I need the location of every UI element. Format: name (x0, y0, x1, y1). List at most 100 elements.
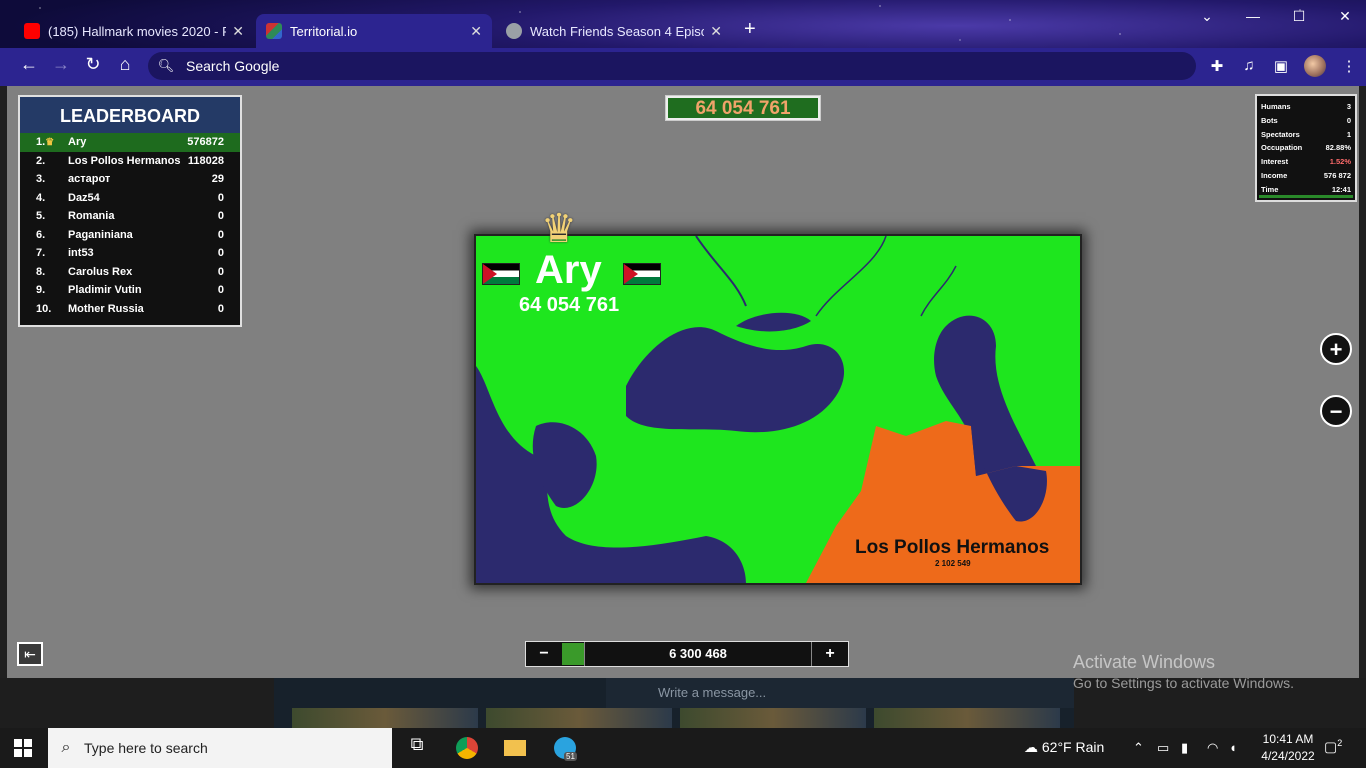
exit-game-icon[interactable]: ⇤ (17, 642, 43, 666)
close-tab-icon[interactable]: ✕ (470, 23, 482, 40)
troop-slider[interactable]: − 6 300 468 + (525, 641, 849, 667)
close-tab-icon[interactable]: ✕ (710, 23, 722, 40)
leaderboard: LEADERBOARD 1.♛ Ary 576872 2. Los Pollos… (18, 95, 242, 327)
rank: 8. (36, 265, 46, 278)
player-name: Ary (68, 136, 87, 149)
player-score: 0 (217, 302, 224, 315)
leaderboard-title: LEADERBOARD (20, 97, 240, 133)
notification-center-icon[interactable]: ▢2 (1324, 738, 1342, 756)
taskbar-search[interactable]: ⌕ Type here to search (48, 728, 392, 768)
rank: 1.♛ (36, 136, 55, 149)
rank: 7. (36, 247, 46, 260)
player-name: Daz54 (68, 191, 100, 204)
balance-value: 64 054 761 (668, 98, 818, 119)
chevron-up-icon[interactable]: ⌃ (1133, 740, 1144, 756)
leaderboard-row: 7. int53 0 (20, 244, 240, 263)
stat-interest: Interest 1.52% (1261, 157, 1351, 167)
tab-title: Watch Friends Season 4 Episode (530, 23, 705, 39)
rank: 4. (36, 191, 46, 204)
address-input[interactable] (184, 57, 488, 75)
player-score: 0 (217, 284, 224, 297)
decrease-troops-button[interactable]: − (526, 645, 562, 663)
player-score: 0 (217, 265, 224, 278)
troop-value: 6 300 468 (584, 642, 812, 666)
rank: 10. (36, 302, 52, 315)
globe-icon (506, 23, 522, 39)
close-window-button[interactable]: ✕ (1330, 8, 1360, 25)
increase-troops-button[interactable]: + (812, 645, 848, 663)
wifi-icon[interactable]: ◠ (1207, 740, 1218, 756)
message-input[interactable]: Write a message... (606, 678, 1074, 708)
rank: 2. (36, 154, 46, 167)
player-score: 0 (217, 228, 224, 241)
telegram-icon[interactable]: 51 (550, 734, 580, 762)
leaderboard-row: 5. Romania 0 (20, 207, 240, 226)
activate-windows-watermark: Activate Windows Go to Settings to activ… (1073, 652, 1294, 691)
player-name: int53 (68, 247, 94, 260)
task-view-icon[interactable]: ⧉ (402, 734, 432, 762)
rank: 3. (36, 173, 46, 186)
media-control-icon[interactable]: ♫ (1238, 57, 1260, 74)
side-panel-icon[interactable]: ▣ (1270, 57, 1292, 75)
enemy-map-score: 2 102 549 (935, 559, 971, 568)
player-name: астарот (68, 173, 111, 186)
tab-friends[interactable]: Watch Friends Season 4 Episode ✕ (496, 14, 732, 48)
tab-territorial[interactable]: Territorial.io ✕ (256, 14, 492, 48)
back-button[interactable]: ← (16, 54, 42, 75)
chrome-icon[interactable] (452, 734, 482, 762)
leaderboard-row: 8. Carolus Rex 0 (20, 263, 240, 282)
troop-ratio-indicator[interactable] (562, 643, 584, 665)
leaderboard-row: 6. Paganiniana 0 (20, 226, 240, 245)
thumbnail (874, 708, 1060, 728)
taskbar: ⌕ Type here to search ⧉ 51 ☁ 62°F Rain ⌃… (0, 728, 1366, 768)
meet-now-icon[interactable]: ▭ (1157, 740, 1169, 756)
crown-icon: ♛ (45, 137, 55, 149)
zoom-out-button[interactable]: − (1320, 395, 1352, 427)
extensions-icon[interactable]: ✚ (1206, 57, 1228, 75)
tab-youtube[interactable]: (185) Hallmark movies 2020 - Fol ✕ (14, 14, 254, 48)
leaderboard-row: 3. астарот 29 (20, 170, 240, 189)
volume-icon[interactable]: ◖ (1229, 740, 1237, 755)
balance-counter: 64 054 761 (665, 95, 821, 121)
palestine-flag-icon (623, 263, 661, 285)
close-tab-icon[interactable]: ✕ (232, 23, 244, 40)
leaderboard-row: 10. Mother Russia 0 (20, 300, 240, 319)
player-name: Carolus Rex (68, 265, 133, 278)
battery-icon[interactable]: ▮ (1181, 740, 1188, 756)
player-map-label: Ary (535, 248, 602, 292)
tab-title: Territorial.io (290, 23, 358, 39)
leaderboard-row: 2. Los Pollos Hermanos 118028 (20, 152, 240, 171)
stat-bots: Bots 0 (1261, 115, 1351, 125)
file-explorer-icon[interactable] (500, 734, 530, 762)
windows-start-icon[interactable] (14, 739, 32, 757)
player-name: Romania (68, 210, 115, 223)
forward-button[interactable]: → (48, 54, 74, 75)
browser-toolbar: ← → ↻ ⌂ 🔍︎ ✚ ♫ ▣ ⋮ (0, 48, 1366, 86)
new-tab-button[interactable]: + (744, 18, 756, 41)
enemy-map-label: Los Pollos Hermanos (855, 537, 1050, 558)
address-bar[interactable]: 🔍︎ (148, 52, 1196, 80)
browser-chrome: (185) Hallmark movies 2020 - Fol ✕ Terri… (0, 0, 1366, 86)
leaderboard-row: 4. Daz54 0 (20, 189, 240, 208)
profile-avatar[interactable] (1304, 55, 1326, 77)
player-score: 118028 (187, 154, 224, 167)
stat-spectators: Spectators 1 (1261, 129, 1351, 139)
maximize-button[interactable]: ☐ (1284, 8, 1314, 25)
search-icon: 🔍︎ (157, 58, 175, 73)
tab-search-icon[interactable]: ⌄ (1192, 8, 1222, 25)
stats-panel: Humans 3 Bots 0 Spectators 1 Occupation 82.8… (1255, 94, 1357, 202)
player-map-score: 64 054 761 (519, 294, 620, 316)
menu-icon[interactable]: ⋮ (1338, 57, 1360, 75)
reload-button[interactable]: ↻ (80, 54, 106, 75)
weather-widget[interactable]: ☁ 62°F Rain (1024, 739, 1104, 756)
thumbnail (680, 708, 866, 728)
clock[interactable]: 10:41 AM 4/24/2022 (1256, 731, 1320, 765)
minimize-button[interactable]: — (1238, 8, 1268, 24)
telegram-badge: 51 (564, 752, 577, 761)
zoom-in-button[interactable]: + (1320, 333, 1352, 365)
player-score: 0 (217, 210, 224, 223)
home-button[interactable]: ⌂ (112, 54, 138, 75)
game-canvas[interactable]: LEADERBOARD 1.♛ Ary 576872 2. Los Pollos… (7, 86, 1359, 678)
rank: 6. (36, 228, 46, 241)
player-name: Pladimir Vutin (68, 284, 142, 297)
